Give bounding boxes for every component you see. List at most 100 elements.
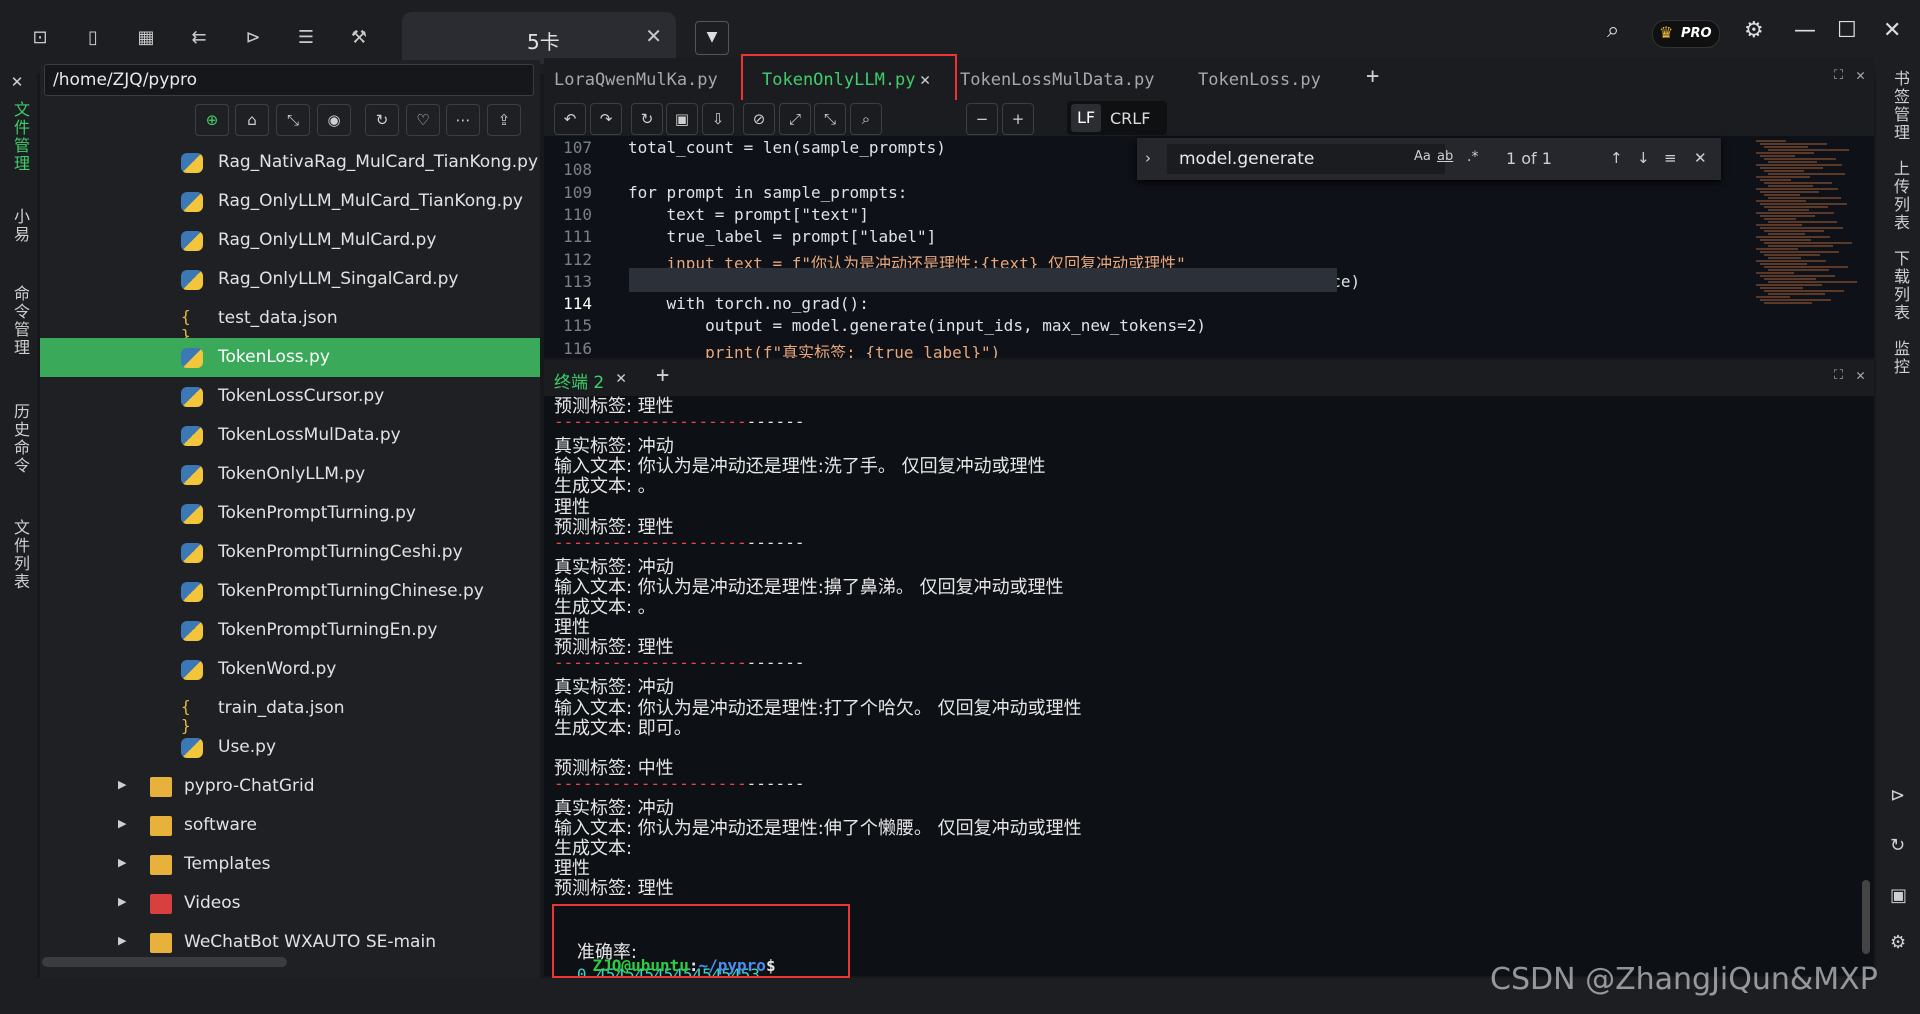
- file-row[interactable]: TokenPromptTurningChinese.py: [40, 572, 540, 611]
- tab-tokenloss[interactable]: TokenLoss.py: [1198, 70, 1321, 90]
- file-row[interactable]: Rag_OnlyLLM_SingalCard.py: [40, 260, 540, 299]
- sort-icon[interactable]: ⇇: [186, 24, 212, 50]
- file-row[interactable]: TokenWord.py: [40, 650, 540, 689]
- expand-arrow-icon[interactable]: ▶: [118, 895, 126, 908]
- file-row[interactable]: TokenPromptTurningEn.py: [40, 611, 540, 650]
- list-icon[interactable]: ☰: [293, 24, 319, 50]
- path-input[interactable]: /home/ZJQ/pypro: [44, 64, 534, 96]
- nav-xiaoyi[interactable]: 小易: [8, 208, 32, 244]
- file-row[interactable]: Rag_OnlyLLM_MulCard_TianKong.py: [40, 182, 540, 221]
- close-icon[interactable]: ✕: [645, 24, 662, 48]
- expand-arrow-icon[interactable]: ▶: [118, 817, 126, 830]
- collapse-icon[interactable]: ⤡: [276, 104, 310, 136]
- compass-icon[interactable]: ⊘: [743, 103, 775, 135]
- terminal-scrollbar[interactable]: [1862, 880, 1870, 954]
- file-row[interactable]: { } train_data.json: [40, 689, 540, 735]
- pro-badge[interactable]: ♛ PRO: [1652, 20, 1720, 48]
- arrow-down-icon[interactable]: ↓: [1637, 149, 1650, 167]
- refresh-icon[interactable]: ↻: [365, 104, 399, 136]
- nav-upload-list[interactable]: 上传列表: [1888, 160, 1912, 232]
- maximize-icon[interactable]: ⛶: [1834, 368, 1843, 383]
- maximize-icon[interactable]: ⛶: [1834, 68, 1843, 83]
- folder-row[interactable]: ▶ Videos: [40, 884, 540, 923]
- tab-tokenlossmuldata[interactable]: TokenLossMulData.py: [960, 70, 1154, 90]
- redo-icon[interactable]: ↷: [590, 103, 622, 135]
- shell-icon[interactable]: ⊳: [240, 24, 266, 50]
- file-row[interactable]: Rag_NativaRag_MulCard_TianKong.py: [40, 143, 540, 182]
- home-icon[interactable]: ⌂: [235, 104, 269, 136]
- session-tab[interactable]: 5卡 ✕: [402, 12, 676, 64]
- tab-terminal-2[interactable]: 终端 2: [554, 368, 604, 393]
- wrench-icon[interactable]: ⚒: [346, 24, 372, 50]
- upload-icon[interactable]: ⇪: [487, 104, 521, 136]
- download-icon[interactable]: ⇩: [702, 103, 734, 135]
- heart-icon[interactable]: ♡: [406, 104, 440, 136]
- refresh-icon[interactable]: ↻: [1890, 835, 1905, 856]
- chevron-down-icon[interactable]: ▼: [695, 21, 729, 55]
- close-icon[interactable]: ✕: [8, 73, 26, 93]
- close-icon[interactable]: ✕: [1856, 366, 1865, 384]
- file-row[interactable]: TokenLoss.py: [40, 338, 540, 377]
- terminal-output[interactable]: 预测标签: 理性 -------------------------- 真实标签: …: [544, 396, 1874, 976]
- arrow-up-icon[interactable]: ↑: [1610, 149, 1623, 167]
- minimize-icon[interactable]: —: [1794, 18, 1816, 43]
- crlf-option[interactable]: CRLF: [1110, 109, 1150, 128]
- nav-command-manager[interactable]: 命令管理: [8, 285, 32, 357]
- file-row[interactable]: Use.py: [40, 728, 540, 767]
- save-icon[interactable]: ▣: [666, 103, 698, 135]
- add-terminal-button[interactable]: +: [656, 363, 669, 388]
- file-row[interactable]: TokenPromptTurning.py: [40, 494, 540, 533]
- gear-icon[interactable]: ⚙: [1890, 932, 1906, 953]
- expand-arrow-icon[interactable]: ▶: [118, 778, 126, 791]
- gear-icon[interactable]: ⚙: [1744, 18, 1764, 43]
- file-row[interactable]: Rag_OnlyLLM_MulCard.py: [40, 221, 540, 260]
- file-icon[interactable]: ▯: [80, 24, 106, 50]
- expand-arrow-icon[interactable]: ▶: [118, 934, 126, 947]
- lf-option[interactable]: LF: [1071, 104, 1101, 132]
- match-case-toggle[interactable]: Aa: [1414, 149, 1431, 164]
- nav-download-list[interactable]: 下载列表: [1888, 250, 1912, 322]
- nav-monitor[interactable]: 监控: [1888, 340, 1912, 376]
- nav-file-list[interactable]: 文件列表: [8, 519, 32, 591]
- layout-icon[interactable]: ▦: [133, 24, 159, 50]
- chevron-right-icon[interactable]: ›: [1145, 149, 1151, 167]
- folder-row[interactable]: ▶ Templates: [40, 845, 540, 884]
- save-icon[interactable]: ▣: [1890, 885, 1907, 906]
- close-icon[interactable]: ✕: [1694, 149, 1707, 167]
- file-row[interactable]: TokenPromptTurningCeshi.py: [40, 533, 540, 572]
- search-icon[interactable]: ⌕: [1607, 18, 1619, 43]
- maximize-icon[interactable]: ☐: [1837, 18, 1857, 43]
- more-icon[interactable]: ⋯: [446, 104, 480, 136]
- close-icon[interactable]: ✕: [1856, 66, 1865, 84]
- shrink-icon[interactable]: ⤢: [779, 103, 811, 135]
- tab-loraqwenmulka[interactable]: LoraQwenMulKa.py: [554, 70, 718, 90]
- undo-icon[interactable]: ↶: [554, 103, 586, 135]
- horizontal-scrollbar[interactable]: [42, 957, 287, 967]
- zoom-icon[interactable]: ⌕: [850, 103, 882, 135]
- file-row[interactable]: TokenLossCursor.py: [40, 377, 540, 416]
- zoom-out-icon[interactable]: −: [966, 103, 998, 135]
- window-close-icon[interactable]: ✕: [1883, 18, 1901, 43]
- file-row[interactable]: TokenOnlyLLM.py: [40, 455, 540, 494]
- terminal-icon[interactable]: ⊡: [27, 24, 53, 50]
- reload-icon[interactable]: ↻: [631, 103, 663, 135]
- nav-bookmarks[interactable]: 书签管理: [1888, 70, 1912, 142]
- folder-row[interactable]: ▶ pypro-ChatGrid: [40, 767, 540, 806]
- locate-icon[interactable]: ⊕: [195, 104, 229, 136]
- terminal-icon[interactable]: ⊳: [1890, 785, 1905, 806]
- expand-arrow-icon[interactable]: ▶: [118, 856, 126, 869]
- nav-history[interactable]: 历史命令: [8, 403, 32, 475]
- file-row[interactable]: { } test_data.json: [40, 299, 540, 345]
- whole-word-toggle[interactable]: ab: [1437, 149, 1453, 164]
- close-icon[interactable]: ✕: [616, 368, 626, 388]
- zoom-in-icon[interactable]: +: [1002, 103, 1034, 135]
- eye-icon[interactable]: ◉: [317, 104, 351, 136]
- find-input[interactable]: model.generate: [1167, 144, 1445, 174]
- nav-file-manager[interactable]: 文件管理: [8, 101, 32, 173]
- add-tab-button[interactable]: +: [1366, 64, 1379, 89]
- file-row[interactable]: TokenLossMulData.py: [40, 416, 540, 455]
- selection-icon[interactable]: ≡: [1664, 149, 1677, 167]
- minimap[interactable]: [1750, 136, 1857, 356]
- regex-toggle[interactable]: .*: [1467, 149, 1478, 165]
- expand-icon[interactable]: ⤡: [814, 103, 846, 135]
